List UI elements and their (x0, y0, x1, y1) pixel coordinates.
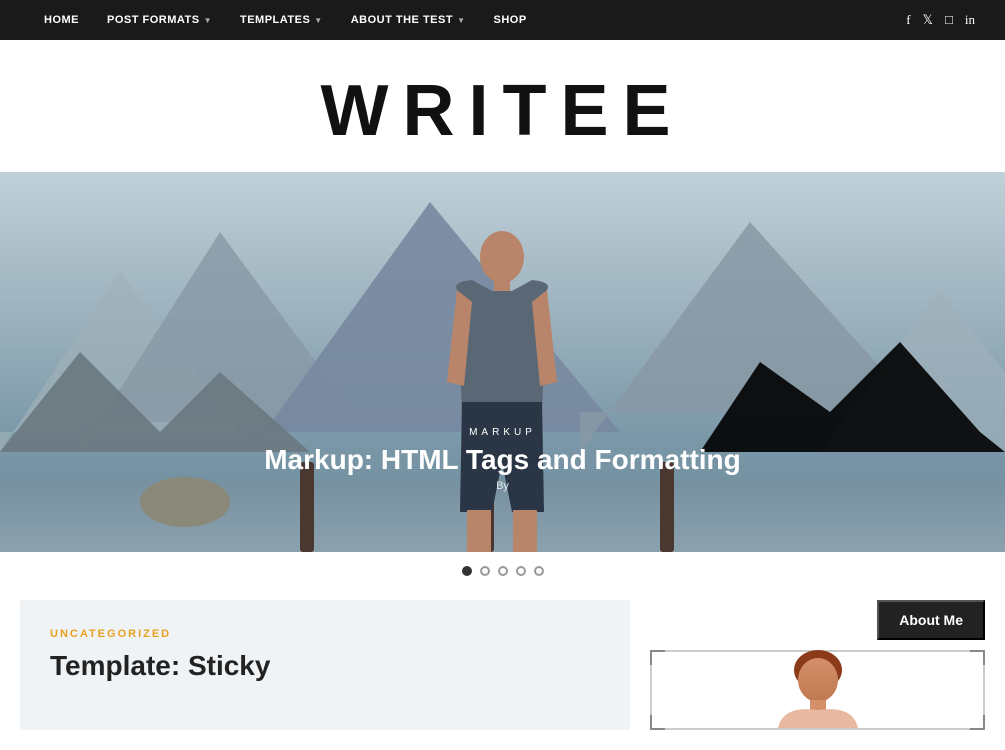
nav-home[interactable]: HOME (30, 0, 93, 40)
instagram-icon[interactable]: □ (945, 12, 953, 28)
nav-post-formats[interactable]: POST FORMATS ▼ (93, 0, 226, 40)
sidebar-image-area (650, 650, 985, 730)
slider-dot-3[interactable] (498, 566, 508, 576)
nav-shop[interactable]: SHOP (479, 0, 540, 40)
about-me-button[interactable]: About Me (877, 600, 985, 640)
main-content: UNCATEGORIZED Template: Sticky About Me (0, 590, 1005, 750)
nav-about[interactable]: ABOUT THE TEST ▼ (337, 0, 480, 40)
nav-links: HOME POST FORMATS ▼ TEMPLATES ▼ ABOUT TH… (30, 0, 541, 40)
mountain-svg (0, 172, 1005, 552)
hero-image: MARKUP Markup: HTML Tags and Formatting … (0, 172, 1005, 552)
social-links: f 𝕏 □ in (906, 12, 975, 28)
sidebar: About Me (650, 600, 985, 730)
hero-overlay: MARKUP Markup: HTML Tags and Formatting … (264, 427, 741, 492)
hero-category: MARKUP (264, 427, 741, 438)
slider-dot-1[interactable] (462, 566, 472, 576)
slider-dots (0, 552, 1005, 590)
hero-by: By (264, 480, 741, 492)
chevron-down-icon: ▼ (314, 16, 322, 25)
site-title[interactable]: WRITEE (0, 70, 1005, 152)
twitter-icon[interactable]: 𝕏 (923, 12, 933, 28)
nav-templates[interactable]: TEMPLATES ▼ (226, 0, 337, 40)
slider-dot-4[interactable] (516, 566, 526, 576)
hero-slider: MARKUP Markup: HTML Tags and Formatting … (0, 172, 1005, 552)
article-title[interactable]: Template: Sticky (50, 650, 600, 682)
site-header: WRITEE (0, 40, 1005, 172)
sidebar-person-image (768, 650, 868, 728)
slider-dot-5[interactable] (534, 566, 544, 576)
chevron-down-icon: ▼ (457, 16, 465, 25)
article-category[interactable]: UNCATEGORIZED (50, 628, 600, 640)
article-card: UNCATEGORIZED Template: Sticky (20, 600, 630, 730)
chevron-down-icon: ▼ (204, 16, 212, 25)
facebook-icon[interactable]: f (906, 12, 910, 28)
main-navigation: HOME POST FORMATS ▼ TEMPLATES ▼ ABOUT TH… (0, 0, 1005, 40)
linkedin-icon[interactable]: in (965, 12, 975, 28)
hero-title[interactable]: Markup: HTML Tags and Formatting (264, 444, 741, 476)
slider-dot-2[interactable] (480, 566, 490, 576)
